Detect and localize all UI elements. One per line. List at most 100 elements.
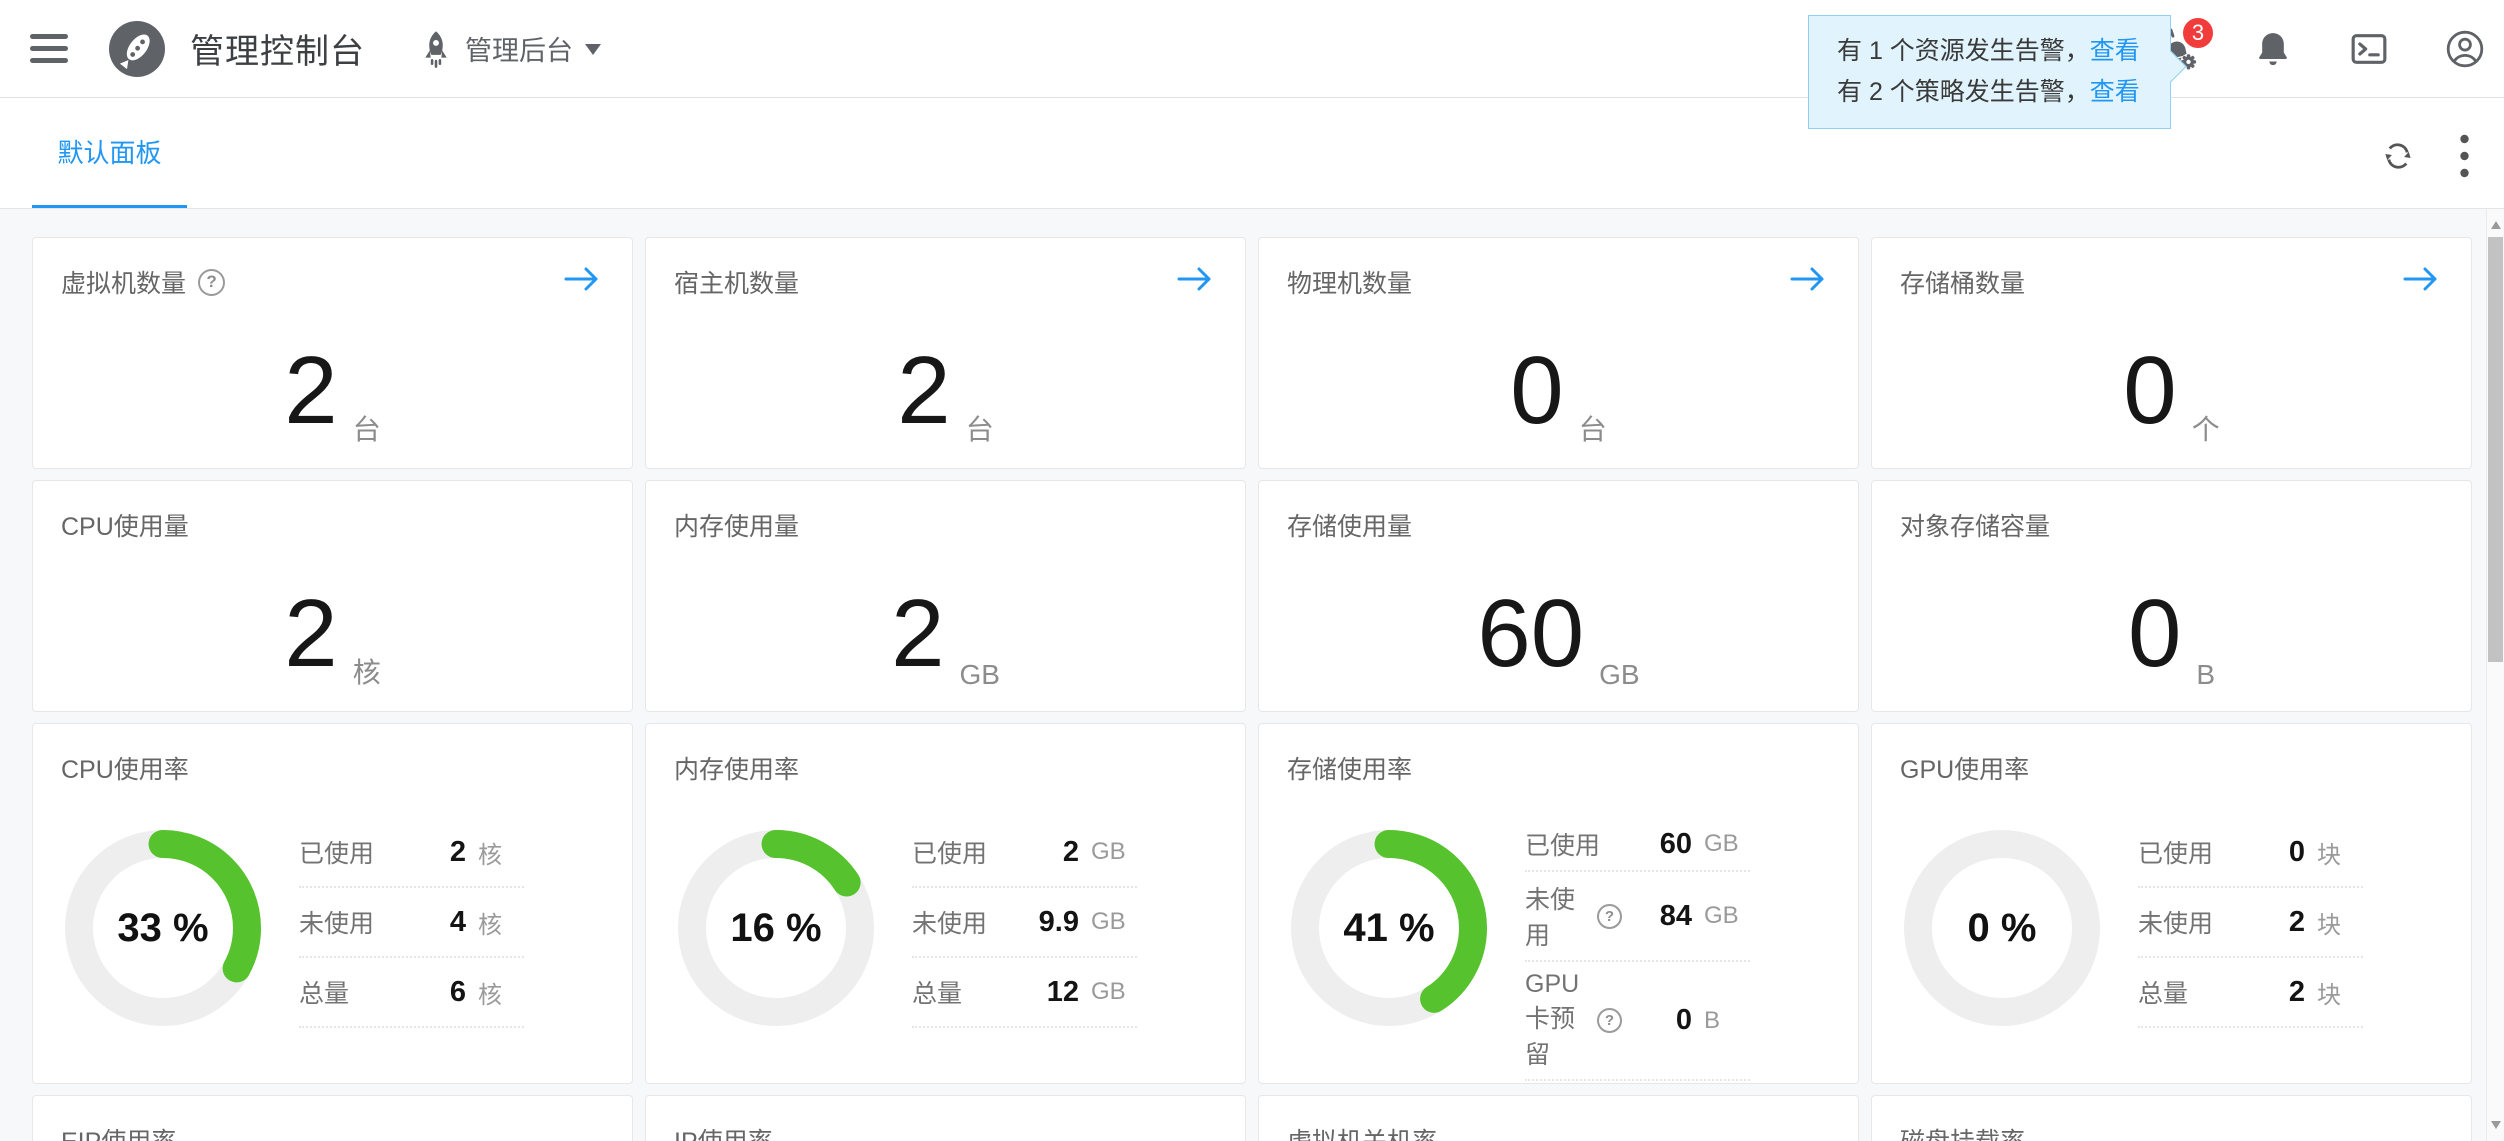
card-title-text: IP使用率 bbox=[674, 1122, 773, 1141]
gauge-row-label-text: 已使用 bbox=[912, 834, 987, 870]
chevron-down-icon bbox=[585, 44, 601, 63]
refresh-button[interactable] bbox=[2381, 139, 2415, 173]
help-icon[interactable]: ? bbox=[1597, 904, 1622, 929]
scrollbar-thumb[interactable] bbox=[2488, 237, 2503, 662]
terminal-button[interactable] bbox=[2346, 26, 2392, 72]
card-title-text: CPU使用率 bbox=[61, 750, 189, 786]
card-title: 虚拟机数量 ? bbox=[61, 264, 604, 300]
card-title: CPU使用量 bbox=[61, 507, 604, 543]
stat-card: 虚拟机数量 ? 2 台 bbox=[32, 237, 633, 469]
gauge-row-label: 未使用 bbox=[912, 904, 987, 940]
card-title: 内存使用率 bbox=[674, 750, 1217, 786]
alert-line: 有 2 个策略发生告警，查看 bbox=[1837, 72, 2170, 113]
gauge-row-value: 4 bbox=[396, 906, 466, 939]
gauge-body: 16 % 已使用 2 GB 未使用 9.9 GB 总量 12 GB bbox=[674, 828, 1217, 1028]
gauge-row-label-text: 总量 bbox=[299, 974, 349, 1010]
stat-card: 存储桶数量 0 个 bbox=[1871, 237, 2472, 469]
card-title-text: 内存使用率 bbox=[674, 750, 799, 786]
gauge-row-value: 6 bbox=[396, 976, 466, 1009]
alert-view-link[interactable]: 查看 bbox=[2090, 78, 2140, 106]
gauge-row-value: 60 bbox=[1622, 828, 1692, 861]
card-link-arrow[interactable] bbox=[1788, 264, 1828, 294]
gauge-row: 总量 6 核 bbox=[299, 958, 524, 1028]
gauge-row-label: 已使用 bbox=[2138, 834, 2213, 870]
stat-value-unit: GB bbox=[1599, 659, 1639, 691]
gauge-row-unit: GB bbox=[1091, 838, 1137, 866]
card-title: 物理机数量 bbox=[1287, 264, 1830, 300]
card-title-text: 存储使用率 bbox=[1287, 750, 1412, 786]
gauge-row-label-text: 总量 bbox=[2138, 974, 2188, 1010]
stat-value-unit: 台 bbox=[353, 408, 381, 448]
stat-card: 内存使用量 2 GB bbox=[645, 480, 1246, 712]
card-title: 宿主机数量 bbox=[674, 264, 1217, 300]
gauge-body: 0 % 已使用 0 块 未使用 2 块 总量 2 块 bbox=[1900, 828, 2443, 1028]
more-options-kebab-button[interactable] bbox=[2459, 133, 2470, 179]
gauge-row: 未使用 9.9 GB bbox=[912, 888, 1137, 958]
gauge-row-label-text: 已使用 bbox=[299, 834, 374, 870]
gauge-row: 总量 12 GB bbox=[912, 958, 1137, 1028]
alert-view-link[interactable]: 查看 bbox=[2090, 37, 2140, 65]
card-title-text: 宿主机数量 bbox=[674, 264, 799, 300]
partial-card: 虚拟机关机率 bbox=[1258, 1095, 1859, 1141]
scrollbar-up-arrow[interactable] bbox=[2491, 216, 2501, 229]
scrollbar-down-arrow[interactable] bbox=[2491, 1121, 2501, 1134]
card-title-text: GPU使用率 bbox=[1900, 750, 2029, 786]
notifications-bell-button[interactable] bbox=[2250, 26, 2296, 72]
gauge-row-unit: 块 bbox=[2317, 835, 2363, 870]
gauge-row-label: 已使用 bbox=[299, 834, 374, 870]
stat-value-number: 2 bbox=[897, 343, 950, 439]
gauge-row-label-text: 未使用 bbox=[912, 904, 987, 940]
card-link-arrow[interactable] bbox=[1175, 264, 1215, 294]
vertical-scrollbar[interactable] bbox=[2486, 209, 2504, 1141]
stat-value-unit: B bbox=[2196, 659, 2215, 691]
gauge-row-label: 已使用 bbox=[912, 834, 987, 870]
stat-value-number: 2 bbox=[891, 586, 944, 682]
workspace-label: 管理后台 bbox=[465, 29, 573, 68]
workspace-switcher[interactable]: 管理后台 bbox=[419, 29, 601, 68]
card-title: EIP使用率 bbox=[61, 1122, 604, 1141]
gauge-row-value: 2 bbox=[2235, 906, 2305, 939]
card-title: 虚拟机关机率 bbox=[1287, 1122, 1830, 1141]
gauge-row: 未使用 2 块 bbox=[2138, 888, 2363, 958]
gauge-row: 已使用 60 GB bbox=[1525, 818, 1750, 872]
stat-value: 2 GB bbox=[646, 567, 1245, 701]
gauge-detail-rows: 已使用 0 块 未使用 2 块 总量 2 块 bbox=[2138, 818, 2363, 1028]
gauge-row-unit: 块 bbox=[2317, 905, 2363, 940]
stat-value-number: 2 bbox=[284, 586, 337, 682]
gauge-row-unit: 核 bbox=[478, 905, 524, 940]
gauge-detail-rows: 已使用 2 GB 未使用 9.9 GB 总量 12 GB bbox=[912, 818, 1137, 1028]
gauge-row: 未使用 4 核 bbox=[299, 888, 524, 958]
card-title: 存储桶数量 bbox=[1900, 264, 2443, 300]
gauge-row: GPU卡预留 ? 0 B bbox=[1525, 962, 1750, 1081]
tabbar-actions bbox=[2381, 106, 2470, 206]
tab-default-panel[interactable]: 默认面板 bbox=[32, 98, 187, 208]
card-link-arrow[interactable] bbox=[2401, 264, 2441, 294]
dashboard-content: 虚拟机数量 ? 2 台 宿主机数量 2 台 物理机数量 bbox=[0, 209, 2504, 1141]
alert-text: 有 2 个策略发生告警， bbox=[1837, 78, 2090, 106]
gauge-row-label-text: 总量 bbox=[912, 974, 962, 1010]
gauge-row-value: 12 bbox=[1009, 976, 1079, 1009]
gauge-row: 未使用 ? 84 GB bbox=[1525, 872, 1750, 962]
card-title-text: 虚拟机关机率 bbox=[1287, 1122, 1437, 1141]
stat-card: CPU使用量 2 核 bbox=[32, 480, 633, 712]
donut-chart: 33 % bbox=[63, 828, 263, 1028]
stat-value-unit: GB bbox=[959, 659, 999, 691]
card-title-text: CPU使用量 bbox=[61, 507, 189, 543]
alert-tooltip: 有 1 个资源发生告警，查看 有 2 个策略发生告警，查看 bbox=[1808, 15, 2171, 129]
user-avatar-button[interactable] bbox=[2442, 26, 2488, 72]
gauge-row: 已使用 0 块 bbox=[2138, 818, 2363, 888]
card-link-arrow[interactable] bbox=[562, 264, 602, 294]
help-icon[interactable]: ? bbox=[1597, 1008, 1622, 1033]
hamburger-menu-icon[interactable] bbox=[30, 34, 68, 63]
gauge-card: 存储使用率 41 % 已使用 60 GB 未使用 ? 84 GB bbox=[1258, 723, 1859, 1084]
topbar-icons: 3 bbox=[2154, 0, 2488, 97]
alarm-count-badge: 3 bbox=[2180, 15, 2216, 51]
stat-value: 0 B bbox=[1872, 567, 2471, 701]
card-title: 磁盘挂载率 bbox=[1900, 1122, 2443, 1141]
page-title: 管理控制台 bbox=[190, 24, 365, 73]
donut-percent-label: 0 % bbox=[1902, 828, 2102, 1028]
gauge-row-label: 未使用 bbox=[299, 904, 374, 940]
help-icon[interactable]: ? bbox=[198, 269, 225, 296]
gauge-row-unit: GB bbox=[1091, 908, 1137, 936]
gauge-card: 内存使用率 16 % 已使用 2 GB 未使用 9.9 GB 总 bbox=[645, 723, 1246, 1084]
